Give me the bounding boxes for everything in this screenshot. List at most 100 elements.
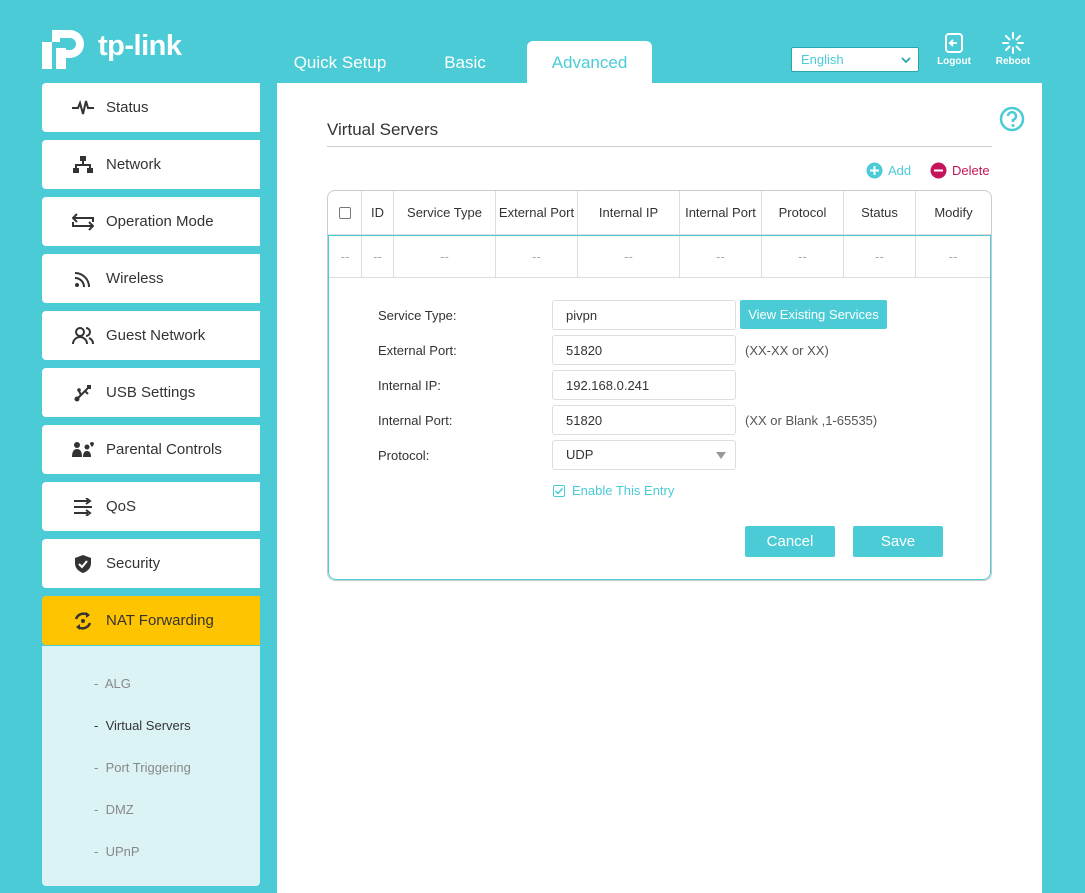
usb-icon xyxy=(69,382,97,404)
select-all-cell xyxy=(328,191,362,234)
column-header-id: ID xyxy=(362,191,394,234)
tab-quick-setup[interactable]: Quick Setup xyxy=(272,41,408,83)
tp-link-logo: tp-link xyxy=(42,20,182,72)
sidebar-item-status[interactable]: Status xyxy=(42,83,260,132)
submenu-item-port-triggering[interactable]: - Port Triggering xyxy=(94,760,191,775)
sidebar-item-label: Operation Mode xyxy=(106,213,214,230)
virtual-servers-table: ID Service Type External Port Internal I… xyxy=(327,190,992,581)
reboot-label: Reboot xyxy=(995,56,1031,67)
page-title: Virtual Servers xyxy=(327,120,439,139)
submenu-dash: - xyxy=(94,676,99,691)
logout-button[interactable]: Logout xyxy=(931,32,977,67)
logout-icon xyxy=(945,33,963,53)
tab-advanced[interactable]: Advanced xyxy=(527,41,652,83)
sidebar-item-guest-network[interactable]: Guest Network xyxy=(42,311,260,360)
swap-icon xyxy=(69,211,97,233)
sidebar-item-label: Parental Controls xyxy=(106,441,222,458)
sidebar-item-wireless[interactable]: Wireless xyxy=(42,254,260,303)
reboot-button[interactable]: Reboot xyxy=(990,32,1036,67)
view-existing-services-button[interactable]: View Existing Services xyxy=(740,300,887,329)
column-header-internal-port: Internal Port xyxy=(680,191,762,234)
service-type-label: Service Type: xyxy=(378,308,457,323)
edit-entry-form: Service Type: View Existing Services Ext… xyxy=(328,235,991,580)
submenu-label: DMZ xyxy=(105,802,134,817)
submenu-label: Virtual Servers xyxy=(105,718,191,733)
internal-port-input[interactable] xyxy=(552,405,736,435)
sidebar-item-label: Wireless xyxy=(106,270,164,287)
cancel-button[interactable]: Cancel xyxy=(745,526,835,557)
network-icon xyxy=(69,154,97,176)
protocol-label: Protocol: xyxy=(378,448,430,463)
sidebar-item-label: Guest Network xyxy=(106,327,206,344)
internal-port-label: Internal Port: xyxy=(378,413,453,428)
column-header-service-type: Service Type xyxy=(394,191,496,234)
add-button[interactable]: Add xyxy=(866,162,911,179)
sidebar-item-label: NAT Forwarding xyxy=(106,612,214,629)
pulse-icon xyxy=(69,97,97,119)
chevron-down-icon xyxy=(716,452,726,459)
main-panel: Virtual Servers Add Delete ID Service Ty… xyxy=(277,83,1042,893)
column-header-external-port: External Port xyxy=(496,191,578,234)
submenu-dash: - xyxy=(94,844,99,859)
internal-ip-label: Internal IP: xyxy=(378,378,441,393)
plus-circle-icon xyxy=(866,162,883,179)
submenu-label: UPnP xyxy=(105,844,140,859)
brand-name: tp-link xyxy=(98,29,182,62)
logout-label: Logout xyxy=(937,56,971,67)
protocol-select[interactable]: UDP xyxy=(552,440,736,470)
sidebar-item-parental-controls[interactable]: Parental Controls xyxy=(42,425,260,474)
submenu-label: Port Triggering xyxy=(105,760,191,775)
sidebar-item-operation-mode[interactable]: Operation Mode xyxy=(42,197,260,246)
chevron-down-icon xyxy=(901,57,911,64)
checkbox-checked-icon xyxy=(553,484,565,497)
sidebar-item-label: Status xyxy=(106,99,149,116)
submenu-item-upnp[interactable]: - UPnP xyxy=(94,844,140,859)
internal-ip-input[interactable] xyxy=(552,370,736,400)
submenu-dash: - xyxy=(94,718,99,733)
help-icon[interactable] xyxy=(999,106,1025,132)
nat-forwarding-submenu: - ALG - Virtual Servers - Port Triggerin… xyxy=(42,646,260,886)
select-all-checkbox[interactable] xyxy=(338,206,351,219)
column-header-status: Status xyxy=(844,191,916,234)
title-divider xyxy=(327,146,992,147)
tp-link-logo-icon xyxy=(42,30,84,69)
enable-entry-checkbox[interactable]: Enable This Entry xyxy=(553,483,674,498)
submenu-dash: - xyxy=(94,760,99,775)
shield-icon xyxy=(69,553,97,575)
sidebar-item-label: QoS xyxy=(106,498,137,515)
sidebar-item-label: USB Settings xyxy=(106,384,196,401)
sidebar-item-label: Security xyxy=(106,555,161,572)
table-header: ID Service Type External Port Internal I… xyxy=(328,191,991,235)
sidebar-item-label: Network xyxy=(106,156,162,173)
submenu-item-alg[interactable]: - ALG xyxy=(94,676,131,691)
column-header-protocol: Protocol xyxy=(762,191,844,234)
enable-entry-label: Enable This Entry xyxy=(572,483,675,498)
wifi-icon xyxy=(69,268,97,290)
nat-icon xyxy=(69,610,97,632)
submenu-label: ALG xyxy=(104,676,131,691)
sidebar-item-nat-forwarding[interactable]: NAT Forwarding xyxy=(42,596,260,645)
save-button[interactable]: Save xyxy=(853,526,943,557)
language-select[interactable]: English xyxy=(791,47,919,72)
language-value: English xyxy=(801,52,844,67)
guest-icon xyxy=(69,325,97,347)
sidebar-item-usb-settings[interactable]: USB Settings xyxy=(42,368,260,417)
protocol-value: UDP xyxy=(566,447,594,462)
sidebar-item-qos[interactable]: QoS xyxy=(42,482,260,531)
external-port-hint: (XX-XX or XX) xyxy=(745,343,829,358)
internal-port-hint: (XX or Blank ,1-65535) xyxy=(745,413,878,428)
tab-basic[interactable]: Basic xyxy=(420,41,510,83)
submenu-item-virtual-servers[interactable]: - Virtual Servers xyxy=(94,718,191,733)
submenu-item-dmz[interactable]: - DMZ xyxy=(94,802,134,817)
minus-circle-icon xyxy=(930,162,947,179)
external-port-label: External Port: xyxy=(378,343,457,358)
external-port-input[interactable] xyxy=(552,335,736,365)
column-header-modify: Modify xyxy=(934,205,973,220)
delete-button[interactable]: Delete xyxy=(930,162,990,179)
add-label: Add xyxy=(888,163,912,178)
service-type-input[interactable] xyxy=(552,300,736,330)
sidebar-item-security[interactable]: Security xyxy=(42,539,260,588)
sidebar-item-network[interactable]: Network xyxy=(42,140,260,189)
delete-label: Delete xyxy=(952,163,990,178)
qos-icon xyxy=(69,496,97,518)
